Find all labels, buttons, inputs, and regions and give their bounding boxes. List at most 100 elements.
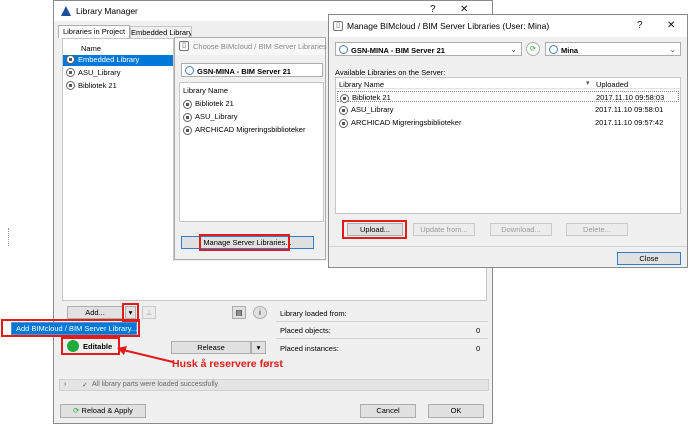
placed-objects-value: 0 xyxy=(476,326,481,335)
cancel-button[interactable]: Cancel xyxy=(360,404,416,418)
manage-bimcloud-dialog: ▯ Manage BIMcloud / BIM Server Libraries… xyxy=(328,14,688,268)
table-row[interactable]: ARCHICAD Migreringsbiblioteker 2017.11.1… xyxy=(337,117,679,128)
annotation-text: Husk å reservere først xyxy=(172,358,283,370)
close-button-label: Close xyxy=(639,254,659,263)
status-bar: › ✓ All library parts were loaded succes… xyxy=(59,379,489,391)
user-icon xyxy=(549,45,558,54)
list-item-label: ASU_Library xyxy=(78,68,121,77)
table-row[interactable]: Bibliotek 21 2017.11.10 09:58:03 xyxy=(337,91,679,103)
library-loaded-from-label: Library loaded from: xyxy=(280,309,347,318)
server-library-icon xyxy=(183,99,192,109)
row-name-cell: ASU_Library xyxy=(339,105,394,115)
highlight-upload-button xyxy=(342,220,407,239)
help-icon[interactable]: ? xyxy=(637,20,643,31)
server-select[interactable]: GSN-MINA - BIM Server 21 xyxy=(181,63,323,77)
server-library-icon xyxy=(340,93,349,103)
server-library-icon xyxy=(183,112,192,122)
row-name-cell: ARCHICAD Migreringsbiblioteker xyxy=(339,118,461,128)
available-libraries-label: Available Libraries on the Server: xyxy=(335,68,446,77)
manage-dialog-title: Manage BIMcloud / BIM Server Libraries (… xyxy=(347,21,550,31)
list-item[interactable]: ASU_Library xyxy=(183,112,238,122)
list-item-label: Embedded Library xyxy=(78,55,140,64)
remove-button[interactable]: ⊥ xyxy=(142,306,156,319)
add-button[interactable]: Add... xyxy=(67,306,123,319)
placed-instances-value: 0 xyxy=(476,344,481,353)
reload-icon: ⟳ xyxy=(73,406,80,415)
chevron-right-icon[interactable]: › xyxy=(64,381,66,388)
chevron-down-icon: ⌄ xyxy=(510,45,517,54)
tab-libraries-in-project[interactable]: Libraries in Project xyxy=(58,25,130,38)
server-library-icon xyxy=(339,105,348,115)
page-icon-button[interactable]: ▤ xyxy=(232,306,246,319)
column-header-name: Name xyxy=(81,44,102,53)
chevron-down-icon: ▾ xyxy=(256,343,261,352)
server-library-table: Library Name ▾ Uploaded Bibliotek 21 201… xyxy=(335,77,681,214)
highlight-manage-button xyxy=(199,234,290,251)
list-item-bibliotek-21[interactable]: Bibliotek 21 xyxy=(63,81,173,92)
chevron-down-icon: ⌄ xyxy=(669,45,676,54)
choose-library-list: Library Name Bibliotek 21 ASU_Library AR… xyxy=(179,82,324,222)
list-item[interactable]: ARCHICAD Migreringsbiblioteker xyxy=(183,125,305,135)
row-uploaded: 2017.11.10 09:58:01 xyxy=(595,105,664,114)
row-name: ASU_Library xyxy=(351,105,394,114)
trash-icon: ⊥ xyxy=(145,308,153,317)
row-name: ARCHICAD Migreringsbiblioteker xyxy=(351,118,462,127)
tab-label: Libraries in Project xyxy=(62,27,126,36)
reload-apply-button[interactable]: ⟳ Reload & Apply xyxy=(60,404,146,418)
row-uploaded: 2017.11.10 09:58:03 xyxy=(596,93,665,102)
info-icon: i xyxy=(259,308,261,317)
server-library-icon xyxy=(183,125,192,135)
add-button-label: Add... xyxy=(85,308,105,317)
delete-label: Delete... xyxy=(583,225,611,234)
placed-objects-label: Placed objects: xyxy=(280,326,331,335)
manage-dialog-titlebar: ▯ Manage BIMcloud / BIM Server Libraries… xyxy=(329,15,687,37)
divider xyxy=(276,338,488,339)
highlight-add-menu xyxy=(1,319,140,337)
library-manager-title: Library Manager xyxy=(76,6,138,16)
list-item-embedded-library[interactable]: Embedded Library xyxy=(63,55,173,66)
list-item[interactable]: Bibliotek 21 xyxy=(183,99,234,109)
table-header: Library Name ▾ Uploaded xyxy=(336,78,680,89)
column-header-library-name: Library Name xyxy=(183,86,229,95)
checkmark-icon: ✓ xyxy=(82,382,88,389)
server-select[interactable]: GSN-MINA - BIM Server 21 ⌄ xyxy=(335,42,522,56)
ok-button-label: OK xyxy=(450,406,462,415)
user-select[interactable]: Mina ⌄ xyxy=(545,42,681,56)
release-dropdown-button[interactable]: ▾ xyxy=(251,341,266,354)
table-row[interactable]: ASU_Library 2017.11.10 09:58:01 xyxy=(337,104,679,115)
annotation-arrow xyxy=(117,346,174,363)
reload-apply-label: Reload & Apply xyxy=(81,406,133,415)
release-button-label: Release xyxy=(197,343,225,352)
server-icon xyxy=(339,45,348,54)
download-label: Download... xyxy=(501,225,541,234)
release-button[interactable]: Release xyxy=(171,341,251,354)
user-select-value: Mina xyxy=(561,46,579,55)
highlight-editable xyxy=(61,337,120,355)
download-button[interactable]: Download... xyxy=(490,223,552,236)
refresh-button[interactable]: ⟳ xyxy=(526,42,540,56)
placed-instances-label: Placed instances: xyxy=(280,344,339,353)
column-header-library-name[interactable]: Library Name xyxy=(339,80,384,89)
list-item-label: ARCHICAD Migreringsbiblioteker xyxy=(195,125,306,134)
delete-button[interactable]: Delete... xyxy=(566,223,628,236)
divider xyxy=(329,246,687,247)
choose-bimcloud-panel: ▯ Choose BIMcloud / BIM Server Libraries… xyxy=(174,37,327,260)
column-header-uploaded[interactable]: Uploaded xyxy=(596,80,628,89)
row-name: Bibliotek 21 xyxy=(352,93,391,102)
update-from-label: Update from... xyxy=(420,225,468,234)
list-item-asu-library[interactable]: ASU_Library xyxy=(63,68,173,79)
close-button[interactable]: Close xyxy=(617,252,681,265)
list-item-label: Bibliotek 21 xyxy=(78,81,117,90)
ok-button[interactable]: OK xyxy=(428,404,484,418)
choose-panel-title: Choose BIMcloud / BIM Server Libraries xyxy=(193,42,327,51)
refresh-icon: ⟳ xyxy=(529,44,537,53)
close-icon[interactable]: ✕ xyxy=(667,20,675,31)
choose-panel-header: ▯ Choose BIMcloud / BIM Server Libraries xyxy=(175,38,327,55)
background-guide xyxy=(8,228,9,246)
tab-label: Embedded Library xyxy=(131,28,192,37)
update-from-button[interactable]: Update from... xyxy=(413,223,475,236)
info-button[interactable]: i xyxy=(253,306,267,319)
server-select-value: GSN-MINA - BIM Server 21 xyxy=(197,67,291,76)
server-icon xyxy=(185,66,194,75)
server-library-icon xyxy=(66,81,75,91)
